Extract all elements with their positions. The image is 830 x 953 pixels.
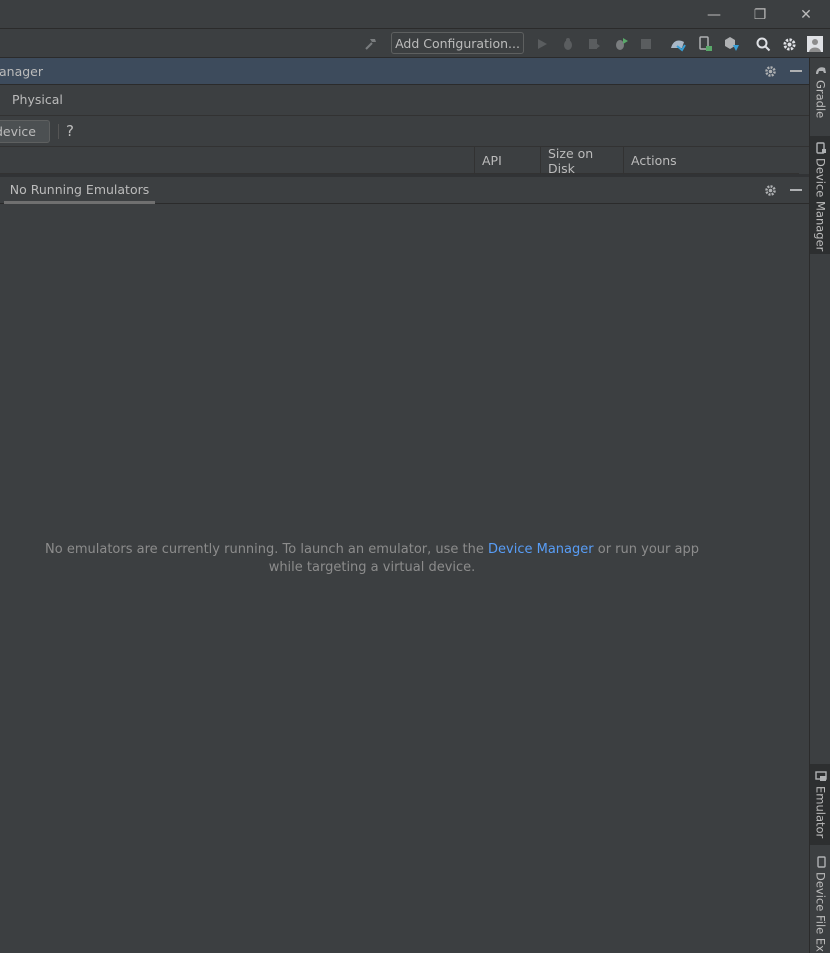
- hammer-icon[interactable]: [362, 35, 380, 53]
- column-actions[interactable]: Actions: [623, 147, 799, 174]
- sidebar-item-label: Gradle: [813, 80, 828, 119]
- sync-gradle-icon[interactable]: [669, 35, 687, 53]
- sidebar-item-label: Device Manager: [813, 158, 828, 252]
- profile-icon[interactable]: [585, 35, 603, 53]
- add-configuration-button[interactable]: Add Configuration...: [391, 32, 524, 54]
- minimize-icon: [790, 70, 802, 72]
- device-manager-icon: [815, 142, 827, 154]
- sidebar-item-gradle[interactable]: Gradle: [810, 58, 830, 125]
- gear-icon: [764, 65, 776, 77]
- device-manager-tabs: Physical: [0, 85, 809, 116]
- pair-device-button[interactable]: device: [0, 120, 50, 143]
- debug-icon[interactable]: [559, 35, 577, 53]
- tab-physical[interactable]: Physical: [12, 92, 63, 107]
- minimize-icon: —: [707, 6, 721, 23]
- sidebar-item-label: Device File Exp: [813, 872, 828, 953]
- emulator-hide-button[interactable]: [788, 182, 804, 198]
- close-window-button[interactable]: ✕: [783, 0, 829, 29]
- empty-state-text: No emulators are currently running. To l…: [45, 542, 489, 557]
- toolbar-separator: [58, 124, 59, 139]
- sidebar-item-emulator[interactable]: Emulator: [810, 764, 830, 845]
- device-table-header: API Size on Disk Actions: [0, 146, 799, 176]
- column-size-on-disk[interactable]: Size on Disk: [540, 146, 623, 176]
- device-manager-header: anager: [0, 58, 809, 85]
- help-button[interactable]: ?: [66, 122, 74, 140]
- emulator-icon: [814, 770, 827, 782]
- close-icon: ✕: [800, 6, 812, 23]
- minimize-button[interactable]: —: [691, 0, 737, 29]
- title-bar: — ❐ ✕: [0, 0, 830, 29]
- phone-icon: [815, 856, 827, 868]
- right-tool-strip: Gradle Device Manager Emulator Device Fi…: [809, 58, 830, 953]
- apply-changes-icon[interactable]: [612, 35, 630, 53]
- restore-icon: ❐: [753, 6, 767, 23]
- sidebar-item-label: Emulator: [813, 786, 828, 839]
- column-api[interactable]: API: [474, 147, 540, 174]
- stop-icon[interactable]: [637, 35, 655, 53]
- avatar-icon[interactable]: [806, 35, 824, 53]
- device-manager-options-button[interactable]: [762, 63, 778, 79]
- emulator-options-button[interactable]: [762, 182, 778, 198]
- device-manager-hide-button[interactable]: [788, 63, 804, 79]
- sidebar-item-device-file-explorer[interactable]: Device File Exp: [810, 850, 830, 953]
- restore-button[interactable]: ❐: [737, 0, 783, 29]
- device-manager-link[interactable]: Device Manager: [488, 542, 594, 557]
- empty-state-message: No emulators are currently running. To l…: [0, 541, 744, 577]
- emulator-panel-body: No emulators are currently running. To l…: [0, 204, 809, 953]
- sidebar-item-device-manager[interactable]: Device Manager: [810, 136, 830, 254]
- settings-icon[interactable]: [780, 35, 798, 53]
- empty-state-text-after: or run your app: [593, 542, 699, 557]
- gear-icon: [764, 184, 776, 196]
- search-icon[interactable]: [754, 35, 772, 53]
- main-toolbar: Add Configuration...: [0, 29, 830, 58]
- device-manager-icon[interactable]: [696, 35, 714, 53]
- sdk-manager-icon[interactable]: [722, 35, 740, 53]
- elephant-icon: [815, 64, 827, 76]
- device-manager-actions: device ?: [0, 116, 809, 147]
- run-icon[interactable]: [533, 35, 551, 53]
- device-manager-title: anager: [0, 64, 44, 79]
- emulator-header: No Running Emulators: [0, 177, 809, 204]
- minimize-icon: [790, 189, 802, 191]
- tab-no-running-emulators[interactable]: No Running Emulators: [4, 177, 155, 204]
- empty-state-text-line2: while targeting a virtual device.: [268, 560, 476, 575]
